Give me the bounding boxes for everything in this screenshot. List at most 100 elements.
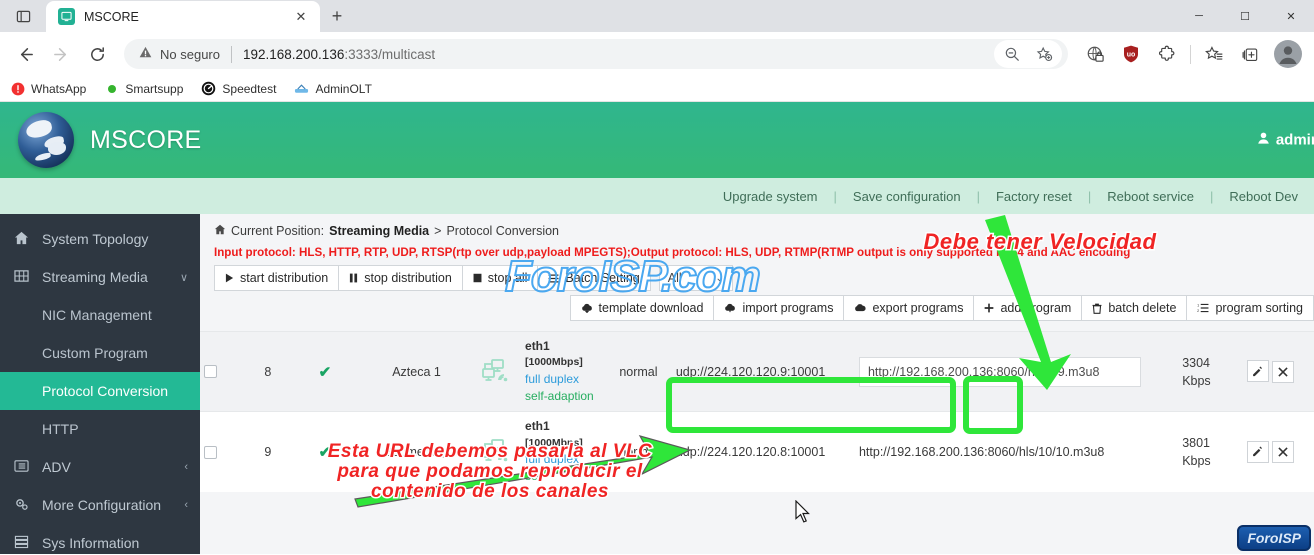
action-reboot-service[interactable]: Reboot service [1091,189,1210,204]
chevron-left-icon: ‹ [184,461,188,473]
site-permissions-icon[interactable] [1078,37,1112,71]
breadcrumb-parent[interactable]: Streaming Media [329,224,429,238]
reload-icon[interactable] [80,37,114,71]
table-row[interactable]: 9 ✔ Boomerang eth1 [1000Mbps] full duple… [200,411,1314,492]
distribution-button-group: start distribution stop distribution sto… [214,265,651,291]
row-nic-info: eth1 [1000Mbps] full duplex self-adaptio… [521,330,606,412]
favorites-list-icon[interactable] [1197,37,1231,71]
forward-icon[interactable] [44,37,78,71]
monitor-icon [58,8,75,25]
sidebar-item-system-topology[interactable]: System Topology [0,220,200,258]
film-icon [12,269,30,286]
security-warning[interactable]: No seguro [138,45,220,63]
sidebar-item-nic-management[interactable]: NIC Management [0,296,200,334]
bookmark-smartsupp[interactable]: Smartsupp [104,81,183,96]
add-program-button[interactable]: add program [974,295,1083,321]
delete-row-button[interactable] [1272,360,1295,383]
import-programs-button[interactable]: import programs [714,295,845,321]
button-label: batch delete [1108,301,1177,315]
action-save-configuration[interactable]: Save configuration [837,189,977,204]
edit-row-button[interactable] [1246,440,1269,463]
maximize-icon[interactable]: ☐ [1222,0,1268,32]
batch-setting-button[interactable]: Batch Setting [538,265,651,291]
filter-select[interactable]: All ⌄ [658,265,733,291]
button-label: stop distribution [364,271,452,285]
sidebar-item-label: Sys Information [42,535,140,551]
chevron-left-icon: ‹ [184,499,188,511]
edit-row-button[interactable] [1246,360,1269,383]
cloud-upload-icon [724,303,736,313]
sort-list-icon: 12 [1197,303,1209,313]
dot-icon [104,81,119,96]
sidebar-item-custom-program[interactable]: Custom Program [0,334,200,372]
address-bar[interactable]: No seguro 192.168.200.136:3333/multicast [124,39,1068,69]
new-tab-button[interactable]: + [320,0,354,32]
window-controls: ─ ☐ ✕ [1176,0,1314,32]
system-actions-bar: Upgrade system | Save configuration | Fact… [0,178,1314,214]
action-upgrade-system[interactable]: Upgrade system [707,189,834,204]
row-id: 8 [243,330,293,412]
close-window-icon[interactable]: ✕ [1268,0,1314,32]
sidebar-item-streaming-media[interactable]: Streaming Media ∨ [0,258,200,296]
row-nic-info: eth1 [1000Mbps] full duplex self- [521,411,606,492]
action-reboot-device[interactable]: Reboot Dev [1213,189,1314,204]
button-label: Batch Setting [565,271,640,285]
pause-icon [349,273,358,283]
batch-delete-button[interactable]: batch delete [1082,295,1188,321]
action-factory-reset[interactable]: Factory reset [980,189,1088,204]
button-label: add program [1000,301,1072,315]
delete-row-button[interactable] [1272,441,1295,464]
close-icon[interactable]: ✕ [292,8,310,26]
minimize-icon[interactable]: ─ [1176,0,1222,32]
avatar[interactable] [1274,40,1302,68]
add-favorite-icon[interactable] [1029,41,1059,67]
sidebar-item-http[interactable]: HTTP [0,410,200,448]
programs-table: 8 ✔ Azteca 1 eth1 [1000Mbps] full duplex… [200,330,1314,492]
zoom-out-icon[interactable] [997,41,1027,67]
ublock-shield-icon[interactable]: uo [1114,37,1148,71]
browser-tab[interactable]: MSCORE ✕ [46,1,320,32]
exclamation-circle-icon [10,81,25,96]
globe-icon [18,112,74,168]
extensions-puzzle-icon[interactable] [1150,37,1184,71]
header-user[interactable]: admin [1257,132,1314,149]
nic-adaption: self-adaption [525,389,594,403]
chevron-down-icon: ∨ [179,271,188,284]
sidebar-item-more-configuration[interactable]: More Configuration ‹ [0,486,200,524]
sidebar-item-sys-information[interactable]: Sys Information [0,524,200,554]
export-programs-button[interactable]: export programs [844,295,975,321]
program-sorting-button[interactable]: 12 program sorting [1187,295,1314,321]
sidebar-item-adv[interactable]: ADV ‹ [0,448,200,486]
output-url-field[interactable]: http://192.168.200.136:8060/hls/9/9.m3u8 [858,356,1141,387]
browser-window: MSCORE ✕ + ─ ☐ ✕ No seguro 192.168.200.1… [0,0,1314,555]
toolbar-divider [1190,44,1191,64]
toolbar-secondary: template download import programs export… [200,291,1314,321]
row-checkbox[interactable] [204,365,217,379]
row-status-cell: ✔ [292,411,358,492]
sidebar-item-protocol-conversion[interactable]: Protocol Conversion [0,372,200,410]
bookmark-speedtest[interactable]: Speedtest [201,81,276,96]
row-output-url-cell: http://192.168.200.136:8060/hls/10/10.m3… [854,411,1179,492]
table-row[interactable]: 8 ✔ Azteca 1 eth1 [1000Mbps] full duplex… [200,330,1314,412]
stop-all-button[interactable]: stop all [462,265,539,291]
row-network-icon-cell [475,330,522,412]
template-download-button[interactable]: template download [569,295,715,321]
tab-search-button[interactable] [0,0,46,32]
row-actions [1242,330,1314,412]
check-icon: ✔ [318,363,332,381]
back-icon[interactable] [8,37,42,71]
collections-icon[interactable] [1233,37,1267,71]
home-icon [214,224,226,238]
bookmark-whatsapp[interactable]: WhatsApp [10,81,86,96]
output-url-text[interactable]: http://192.168.200.136:8060/hls/10/10.m3… [859,445,1104,459]
nic-speed: [1000Mbps] [525,356,583,369]
row-bitrate: 3801 Kbps [1178,411,1243,492]
row-checkbox[interactable] [204,445,217,459]
stop-distribution-button[interactable]: stop distribution [339,265,463,291]
start-distribution-button[interactable]: start distribution [214,265,340,291]
svg-text:uo: uo [1127,52,1136,59]
nic-name: eth1 [525,339,550,353]
user-name: admin [1275,131,1314,149]
bookmark-adminolt[interactable]: AdminOLT [294,81,372,96]
trash-icon [1092,303,1102,314]
